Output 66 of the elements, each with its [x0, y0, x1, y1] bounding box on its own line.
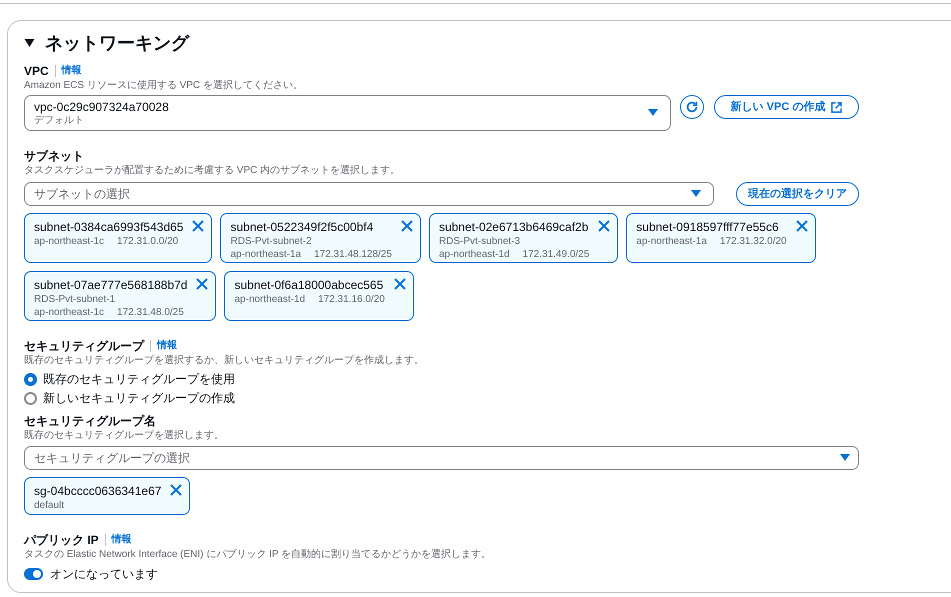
token-zone: ap-northeast-1a — [636, 235, 707, 248]
radio-button[interactable] — [24, 392, 37, 404]
field-description: タスクスケジューラが配置するために考慮する VPC 内のサブネットを選択します。 — [24, 164, 402, 177]
token-name: RDS-Pvt-subnet-1 — [34, 293, 116, 306]
info-link[interactable]: 情報 — [62, 63, 82, 79]
create-vpc-button[interactable]: 新しい VPC の作成 — [714, 95, 859, 119]
caret-icon — [691, 190, 701, 198]
field-label: サブネット — [24, 148, 84, 164]
select-value: vpc-0c29c907324a70028 — [34, 100, 169, 114]
caret-icon — [648, 109, 658, 117]
radio-option[interactable]: 新しいセキュリティグループの作成 — [24, 390, 951, 406]
external-link-icon — [831, 102, 842, 112]
token-cidr: 172.31.49.0/25 — [522, 248, 590, 261]
remove-icon[interactable] — [598, 220, 610, 232]
remove-icon[interactable] — [400, 220, 413, 232]
token-id: subnet-02e6713b6469caf2b — [438, 219, 590, 235]
token-name: RDS-Pvt-subnet-3 — [438, 235, 522, 248]
info-link[interactable]: 情報 — [157, 338, 177, 354]
field-description: Amazon ECS リソースに使用する VPC を選択してください。 — [24, 79, 304, 92]
field-description: 既存のセキュリティグループを選択するか、新しいセキュリティグループを作成します。 — [24, 354, 425, 367]
field-label: VPC — [24, 63, 49, 79]
vpc-select[interactable]: vpc-0c29c907324a70028 デフォルト — [24, 95, 671, 131]
token-cidr: 172.31.48.0/25 — [117, 306, 184, 319]
caret-icon — [840, 454, 850, 462]
refresh-button[interactable] — [680, 95, 704, 119]
token-id: subnet-0522349f2f5c00bf4 — [230, 219, 374, 235]
token-name: default — [34, 499, 66, 512]
token-cidr: 172.31.32.0/20 — [720, 235, 787, 248]
refresh-icon — [685, 100, 699, 114]
field-description: 既存のセキュリティグループを選択します。 — [24, 429, 225, 442]
field-label: セキュリティグループ名 — [24, 413, 156, 429]
security-group-select[interactable]: セキュリティグループの選択 — [24, 446, 859, 470]
token-id: subnet-0f6a18000abcec565 — [234, 277, 384, 293]
remove-icon[interactable] — [196, 278, 208, 290]
token-cidr: 172.31.16.0/20 — [318, 293, 385, 306]
toggle-track[interactable] — [24, 568, 43, 580]
token-zone: ap-northeast-1c — [34, 306, 104, 319]
radio-option[interactable]: 既存のセキュリティグループを使用 — [24, 371, 951, 387]
radio-button[interactable] — [24, 372, 37, 386]
section-title: ネットワーキング — [45, 32, 189, 54]
token-zone: ap-northeast-1d — [234, 293, 306, 306]
collapse-caret-icon[interactable] — [24, 38, 35, 48]
toggle-switch[interactable]: オンになっています — [24, 565, 951, 583]
token-cidr: 172.31.48.128/25 — [314, 248, 392, 261]
token-zone: ap-northeast-1d — [438, 248, 510, 261]
token-id: subnet-0384ca6993f543d65 — [34, 219, 184, 235]
field-label: パブリック IP — [24, 532, 99, 548]
token-zone: ap-northeast-1c — [34, 235, 104, 248]
info-link[interactable]: 情報 — [112, 532, 132, 548]
select-placeholder: セキュリティグループの選択 — [34, 450, 190, 467]
remove-icon[interactable] — [394, 278, 406, 290]
clear-selection-button[interactable]: 現在の選択をクリア — [736, 182, 859, 206]
subnet-select[interactable]: サブネットの選択 — [24, 182, 714, 206]
token-id: subnet-07ae777e568188b7d — [34, 277, 188, 293]
token-name: RDS-Pvt-subnet-2 — [230, 235, 313, 248]
remove-icon[interactable] — [796, 220, 808, 232]
remove-icon[interactable] — [170, 484, 182, 496]
select-value-description: デフォルト — [34, 114, 85, 126]
field-description: タスクの Elastic Network Interface (ENI) にパブリック IP を自動的に割り当てるかどうかを選択します。 — [24, 548, 492, 561]
token-id: sg-04bcccc0636341e67 — [34, 483, 162, 499]
token-id: subnet-0918597fff77e55c6 — [636, 219, 780, 235]
token-cidr: 172.31.0.0/20 — [117, 235, 178, 248]
token-zone: ap-northeast-1a — [230, 248, 302, 261]
select-placeholder: サブネットの選択 — [34, 186, 130, 203]
field-label: セキュリティグループ — [24, 338, 144, 354]
remove-icon[interactable] — [192, 220, 204, 232]
